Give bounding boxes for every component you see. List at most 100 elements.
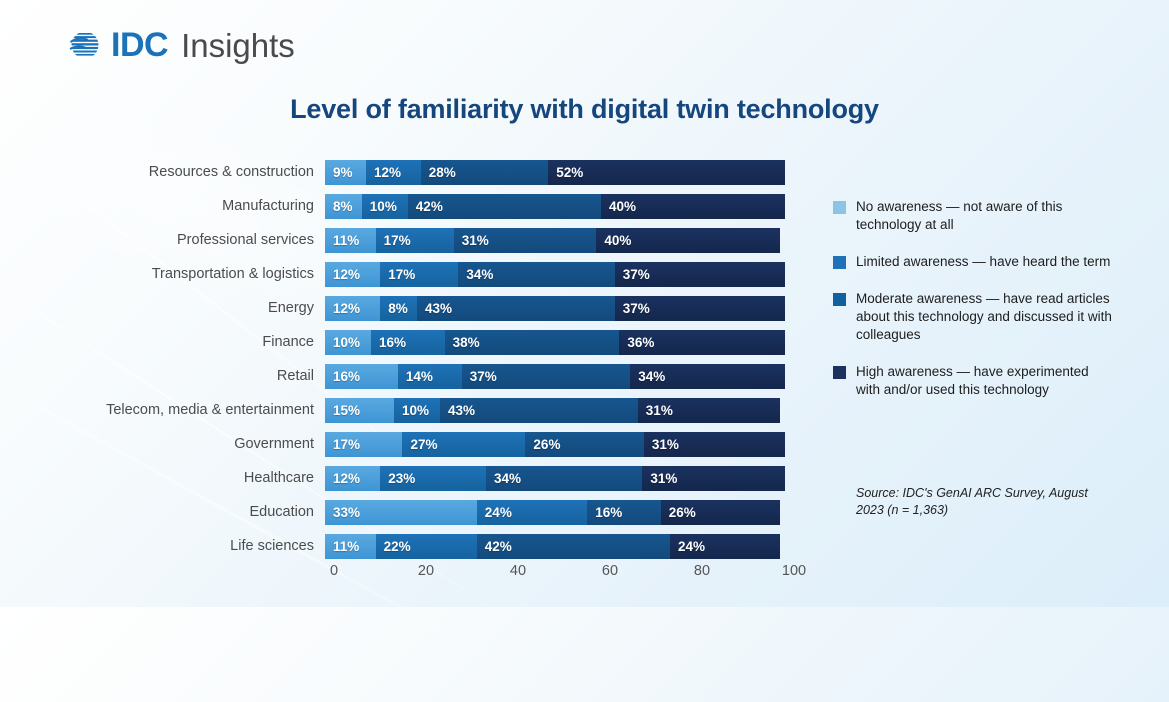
x-axis: 0 20 40 60 80 100 [325,563,806,587]
legend-item[interactable]: Limited awareness — have heard the term [833,253,1113,271]
bar-segment: 9% [325,159,367,185]
legend-label: High awareness — have experimented with … [856,364,1089,397]
bar-segment-label: 31% [461,232,489,248]
bar-segment-label: 16% [595,504,623,520]
bar-segment: 52% [548,159,785,185]
logo-idc-text: IDC [111,26,169,64]
bar-segment-label: 38% [452,334,480,350]
bar-segment-label: 10% [402,402,430,418]
legend-label: Moderate awareness — have read articles … [856,291,1112,342]
bar-segment: 26% [660,499,781,525]
bar-segment-label: 27% [410,436,438,452]
stacked-bar: 12% 17% 34% 37% [325,261,785,287]
x-axis-tick: 40 [509,563,527,579]
bar-segment: 22% [375,533,477,559]
legend-swatch-icon [833,256,846,269]
category-label: Manufacturing [222,198,314,214]
bar-segment-label: 17% [333,436,361,452]
bar-segment: 10% [325,329,371,355]
bar-segment-label: 16% [379,334,407,350]
bar-segment: 31% [637,397,781,423]
bar-segment-label: 10% [333,334,361,350]
bar-segment: 28% [420,159,549,185]
category-label: Healthcare [243,470,314,486]
stacked-bar: 33% 24% 16% 26% [325,499,785,525]
x-axis-tick: 20 [417,563,435,579]
bar-segment: 8% [380,295,417,321]
bar-segment-label: 15% [333,402,361,418]
bar-segment-label: 9% [333,164,353,180]
chart-row: Life sciences 11% 22% 42% 24% [0,529,1169,563]
category-label: Retail [276,368,314,384]
bar-segment: 12% [325,295,381,321]
bar-segment: 37% [614,261,785,287]
bar-segment: 11% [325,533,376,559]
legend-swatch-icon [833,366,846,379]
bar-segment: 10% [394,397,440,423]
bar-segment-label: 31% [645,402,673,418]
bar-segment-label: 12% [333,470,361,486]
legend-item[interactable]: Moderate awareness — have read articles … [833,290,1113,344]
bar-segment-label: 34% [638,368,666,384]
bar-segment-label: 16% [333,368,361,384]
stacked-bar: 11% 17% 31% 40% [325,227,785,253]
stacked-bar: 12% 8% 43% 37% [325,295,785,321]
bar-segment-label: 42% [415,198,443,214]
category-label: Government [234,436,314,452]
stacked-bar: 15% 10% 43% 31% [325,397,785,423]
bar-segment-label: 23% [388,470,416,486]
bar-segment: 42% [476,533,670,559]
bar-segment-label: 26% [668,504,696,520]
bar-segment: 27% [402,431,526,457]
bar-segment-label: 37% [622,266,650,282]
category-label: Resources & construction [148,164,314,180]
bar-segment-label: 40% [604,232,632,248]
idc-insights-logo: IDC Insights [68,28,295,62]
bar-segment: 34% [458,261,615,287]
bar-segment: 31% [643,431,785,457]
category-label: Professional services [177,232,314,248]
chart-row: Resources & construction 9% 12% 28% 52% [0,155,1169,189]
legend-item[interactable]: No awareness — not aware of this technol… [833,198,1113,234]
bar-segment: 24% [476,499,588,525]
stacked-bar: 10% 16% 38% 36% [325,329,785,355]
source-note: Source: IDC's GenAI ARC Survey, August 2… [856,486,1088,517]
chart-legend: No awareness — not aware of this technol… [833,198,1113,418]
bar-segment: 12% [366,159,421,185]
bar-segment: 31% [453,227,597,253]
bar-segment-label: 17% [383,232,411,248]
x-axis-tick: 60 [601,563,619,579]
bar-segment: 42% [407,193,601,219]
bar-segment-label: 52% [556,164,584,180]
bar-segment-label: 37% [469,368,497,384]
bar-segment-label: 24% [484,504,512,520]
category-label: Telecom, media & entertainment [106,402,314,418]
category-label: Life sciences [230,538,314,554]
bar-segment-label: 34% [466,266,494,282]
legend-item[interactable]: High awareness — have experimented with … [833,363,1113,399]
bar-segment: 36% [619,329,785,355]
bar-segment-label: 37% [622,300,650,316]
category-label: Finance [262,334,314,350]
bar-segment-label: 36% [627,334,655,350]
bar-segment-label: 43% [424,300,453,316]
bar-segment: 16% [371,329,445,355]
legend-label: Limited awareness — have heard the term [856,254,1111,269]
stacked-bar: 8% 10% 42% 40% [325,193,785,219]
bar-segment: 38% [444,329,620,355]
bar-segment-label: 14% [405,368,433,384]
bar-segment-label: 10% [369,198,397,214]
bar-segment-label: 22% [383,538,411,554]
logo-insights-text: Insights [181,26,295,64]
stacked-bar: 12% 23% 34% 31% [325,465,785,491]
bar-segment-label: 17% [388,266,416,282]
bar-segment: 34% [485,465,643,491]
bar-segment-label: 33% [333,504,361,520]
stacked-bar: 9% 12% 28% 52% [325,159,785,185]
bar-segment: 12% [325,465,381,491]
bar-segment-label: 8% [388,300,408,316]
category-label: Transportation & logistics [151,266,314,282]
category-label: Energy [268,300,314,316]
bar-segment: 37% [614,295,785,321]
stacked-bar: 11% 22% 42% 24% [325,533,785,559]
